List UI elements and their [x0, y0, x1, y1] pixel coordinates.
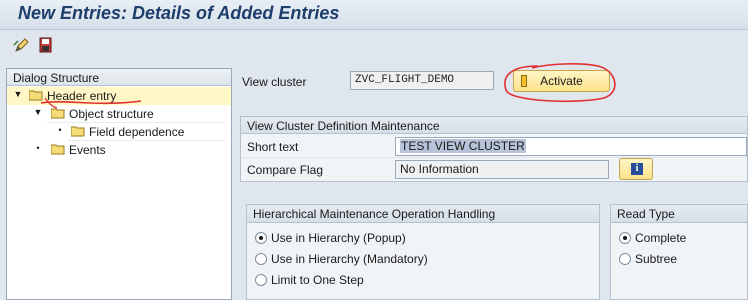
leaf-bullet-icon: •: [58, 125, 62, 135]
page-title: New Entries: Details of Added Entries: [18, 3, 340, 23]
compare-flag-field[interactable]: No Information: [395, 160, 609, 179]
hierarchical-group-title: Hierarchical Maintenance Operation Handl…: [247, 205, 599, 223]
info-icon: i: [631, 163, 643, 175]
expand-toggle-icon[interactable]: ▼: [33, 107, 43, 117]
radio-button[interactable]: [255, 274, 267, 286]
activate-button-label: Activate: [540, 74, 583, 88]
folder-icon: [51, 144, 65, 155]
hierarchical-handling-group: Hierarchical Maintenance Operation Handl…: [246, 204, 600, 300]
edit-icon[interactable]: [13, 36, 31, 54]
short-text-field[interactable]: TEST VIEW CLUSTER: [395, 137, 747, 156]
dialog-structure-panel: Dialog Structure ▼ Header entry ▼ Object…: [6, 68, 232, 300]
dialog-structure-title: Dialog Structure: [7, 69, 231, 86]
read-type-group-title: Read Type: [611, 205, 747, 223]
main-content: View cluster ZVC_FLIGHT_DEMO Activate Vi…: [236, 62, 748, 300]
folder-open-icon: [51, 108, 65, 119]
leaf-bullet-icon: •: [36, 143, 40, 153]
radio-label: Complete: [635, 231, 687, 245]
radio-label: Subtree: [635, 252, 678, 266]
folder-open-icon: [29, 90, 43, 101]
radio-label: Use in Hierarchy (Mandatory): [271, 252, 428, 266]
radio-button[interactable]: [619, 232, 631, 244]
radio-button[interactable]: [619, 253, 631, 265]
expand-toggle-icon[interactable]: ▼: [13, 89, 23, 99]
view-cluster-label: View cluster: [242, 75, 307, 89]
tree-item-object-structure[interactable]: ▼ Object structure: [7, 105, 231, 123]
folder-icon: [71, 126, 85, 137]
tree-item-events[interactable]: • Events: [7, 141, 231, 159]
short-text-value: TEST VIEW CLUSTER: [400, 139, 526, 153]
read-type-group: Read Type Complete Subtree: [610, 204, 748, 300]
title-bar: New Entries: Details of Added Entries: [0, 0, 748, 30]
radio-label: Use in Hierarchy (Popup): [271, 231, 406, 245]
compare-flag-row: Compare Flag No Information i: [241, 158, 747, 180]
application-toolbar: [0, 30, 748, 60]
definition-panel: View Cluster Definition Maintenance Shor…: [240, 116, 748, 182]
short-text-row: Short text TEST VIEW CLUSTER: [241, 136, 747, 158]
tree-item-label: Field dependence: [89, 125, 185, 139]
view-cluster-field[interactable]: ZVC_FLIGHT_DEMO: [350, 71, 494, 90]
radio-button[interactable]: [255, 253, 267, 265]
tree-item-field-dependence[interactable]: • Field dependence: [7, 123, 231, 141]
definition-panel-title: View Cluster Definition Maintenance: [241, 117, 747, 134]
info-button[interactable]: i: [619, 158, 653, 180]
activate-icon: [521, 75, 527, 87]
radio-label: Limit to One Step: [271, 273, 364, 287]
short-text-label: Short text: [247, 140, 299, 154]
compare-flag-label: Compare Flag: [247, 163, 324, 177]
radio-button[interactable]: [255, 232, 267, 244]
activate-button[interactable]: Activate: [513, 70, 610, 92]
save-icon[interactable]: [37, 36, 55, 54]
tree-item-header-entry[interactable]: ▼ Header entry: [7, 87, 231, 105]
tree-item-label: Object structure: [69, 107, 154, 121]
tree-item-label: Events: [69, 143, 106, 157]
tree-item-label: Header entry: [47, 89, 117, 103]
